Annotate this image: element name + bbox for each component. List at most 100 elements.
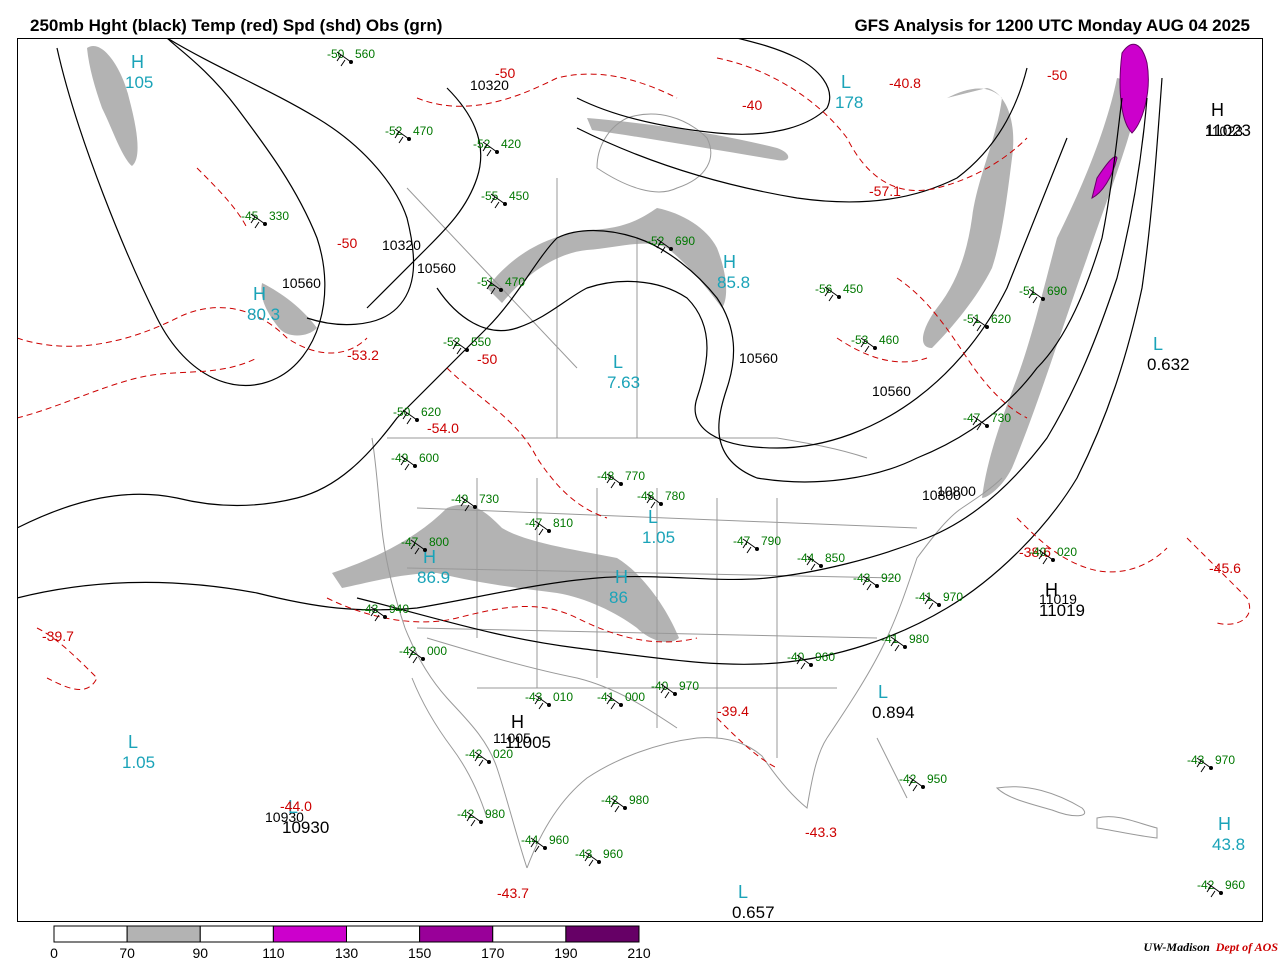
observation-height: 770 xyxy=(625,469,645,483)
temperature-label: -43.3 xyxy=(805,824,837,840)
observation-temperature: -45 xyxy=(241,209,259,223)
observation-height: 470 xyxy=(413,124,433,138)
observation-height: 420 xyxy=(501,137,521,151)
temperature-label: -50 xyxy=(1047,67,1067,83)
observation-height: 460 xyxy=(879,333,899,347)
pressure-center-letter: H xyxy=(723,252,736,272)
pressure-center-letter: H xyxy=(1045,580,1058,600)
observation-height: 780 xyxy=(665,489,685,503)
observation-temperature: -43 xyxy=(361,602,379,616)
observation-height: 970 xyxy=(943,590,963,604)
observation-temperature: -43 xyxy=(1187,753,1205,767)
observation-temperature: -51 xyxy=(477,275,495,289)
pressure-center-value: 43.8 xyxy=(1212,835,1245,854)
scale-box xyxy=(492,925,567,943)
scale-box xyxy=(126,925,201,943)
observation-temperature: -51 xyxy=(963,312,981,326)
observation-height: 020 xyxy=(1057,545,1077,559)
observation-temperature: -51 xyxy=(1019,284,1037,298)
observation-temperature: -42 xyxy=(465,747,483,761)
pressure-center-letter: L xyxy=(1153,334,1163,354)
pressure-center-letter: H xyxy=(511,712,524,732)
pressure-center-letter: L xyxy=(648,507,658,527)
chart-title: 250mb Hght (black) Temp (red) Spd (shd) … xyxy=(30,16,443,35)
observation-height: 810 xyxy=(553,516,573,530)
pressure-center-letter: H xyxy=(1211,100,1224,120)
observation-height: 950 xyxy=(927,772,947,786)
observation-temperature: -49 xyxy=(391,451,409,465)
pressure-center-value: 86 xyxy=(609,588,628,607)
observation-temperature: -47 xyxy=(963,411,981,425)
scale-tick-label: 150 xyxy=(407,945,432,961)
scale-tick-label: 130 xyxy=(334,945,359,961)
observation-height: 000 xyxy=(625,690,645,704)
observation-temperature: -42 xyxy=(399,644,417,658)
observation-height: 980 xyxy=(909,632,929,646)
temperature-label: -53.2 xyxy=(347,347,379,363)
observation-temperature: -48 xyxy=(637,489,655,503)
observation-temperature: -43 xyxy=(853,571,871,585)
scale-box xyxy=(199,925,274,943)
observation-temperature: -50 xyxy=(327,47,345,61)
weather-map: 1056010320103201056010560108001102311019… xyxy=(17,38,1263,922)
temperature-label: -40 xyxy=(742,97,762,113)
observation-temperature: -40 xyxy=(787,650,805,664)
observation-height: 960 xyxy=(603,847,623,861)
pressure-center-letter: L xyxy=(878,682,888,702)
observation-height: 020 xyxy=(493,747,513,761)
observation-height: 960 xyxy=(815,650,835,664)
pressure-center-value: 0.632 xyxy=(1147,355,1190,374)
observation-temperature: -47 xyxy=(401,535,419,549)
observation-temperature: -41 xyxy=(881,632,899,646)
credit-line: UW-Madison Dept of AOS xyxy=(1144,940,1278,955)
temperature-label: -43.7 xyxy=(497,885,529,901)
observation-temperature: -44 xyxy=(797,551,815,565)
observation-height: 000 xyxy=(427,644,447,658)
wind-speed-scale xyxy=(53,925,640,943)
scale-tick-label: 210 xyxy=(627,945,651,961)
observation-height: 800 xyxy=(429,535,449,549)
pressure-center-value: 1.05 xyxy=(642,528,675,547)
temperature-label: -54.0 xyxy=(427,420,459,436)
observation-height: 620 xyxy=(421,405,441,419)
observation-temperature: -43 xyxy=(525,690,543,704)
observation-height: 960 xyxy=(1225,878,1245,892)
pressure-center-value: 11019 xyxy=(1039,601,1085,620)
pressure-center-value: 7.63 xyxy=(607,373,640,392)
scale-tick-label: 70 xyxy=(119,945,135,961)
observation-height: 790 xyxy=(761,534,781,548)
height-contour-label: 10560 xyxy=(872,383,911,399)
observation-temperature: -41 xyxy=(597,690,615,704)
observation-height: 620 xyxy=(991,312,1011,326)
height-contour-label: 10560 xyxy=(739,350,778,366)
scale-box xyxy=(53,925,128,943)
observation-temperature: -42 xyxy=(457,807,475,821)
observation-height: 450 xyxy=(509,189,529,203)
observation-temperature: -56 xyxy=(815,282,833,296)
observation-height: 330 xyxy=(269,209,289,223)
temperature-label: -50 xyxy=(477,351,497,367)
observation-temperature: -52 xyxy=(443,335,461,349)
scale-box xyxy=(272,925,347,943)
pressure-center-letter: L xyxy=(128,732,138,752)
pressure-center-letter: H xyxy=(1218,814,1231,834)
scale-box xyxy=(346,925,421,943)
scale-box xyxy=(565,925,640,943)
observation-temperature: -47 xyxy=(525,516,543,530)
scale-tick-label: 90 xyxy=(192,945,209,961)
observation-height: 980 xyxy=(485,807,505,821)
pressure-center-value: 0.894 xyxy=(872,703,915,722)
temperature-label: -44.0 xyxy=(280,798,312,814)
temperature-label: -40.8 xyxy=(889,75,921,91)
scale-tick-label: 170 xyxy=(481,945,505,961)
observation-temperature: -41 xyxy=(915,590,933,604)
temperature-label: -50 xyxy=(495,65,515,81)
observation-temperature: -48 xyxy=(597,469,615,483)
scale-tick-label: 0 xyxy=(50,945,58,961)
pressure-center-value: 1.05 xyxy=(122,753,155,772)
observation-height: 550 xyxy=(471,335,491,349)
temperature-label: -45.6 xyxy=(1209,560,1241,576)
observation-temperature: -52 xyxy=(647,234,665,248)
model-run-title: GFS Analysis for 1200 UTC Monday AUG 04 … xyxy=(854,16,1250,35)
observation-height: 450 xyxy=(843,282,863,296)
